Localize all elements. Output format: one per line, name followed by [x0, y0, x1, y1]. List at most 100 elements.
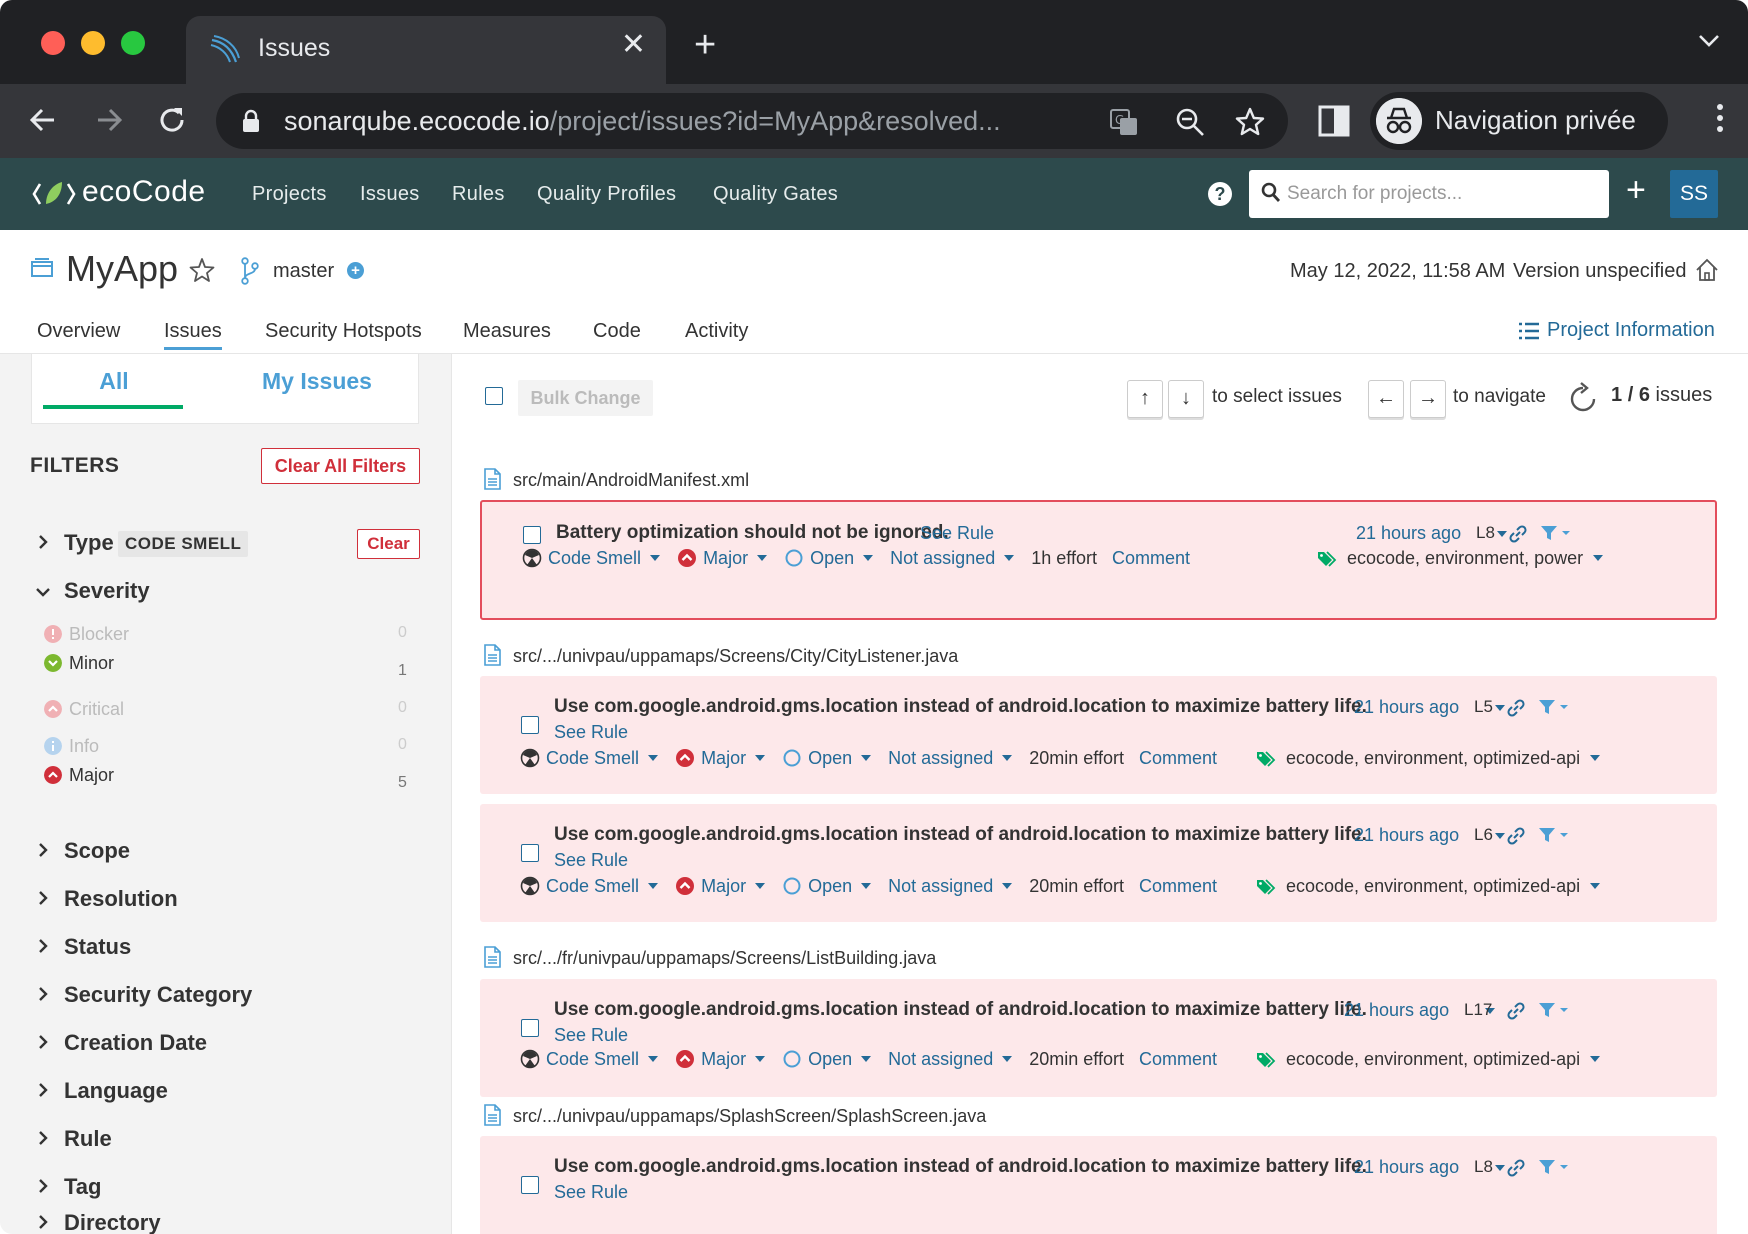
permalink-icon[interactable]: [1506, 826, 1526, 846]
severity-major[interactable]: Major: [44, 765, 114, 786]
permalink-icon[interactable]: [1506, 1158, 1526, 1178]
see-rule-link[interactable]: See Rule: [554, 1182, 628, 1203]
facet-directory[interactable]: Directory: [34, 1210, 161, 1234]
issue-assignee[interactable]: Not assigned: [888, 748, 993, 768]
severity-info[interactable]: Info: [44, 736, 99, 757]
issue-line[interactable]: L6: [1474, 825, 1493, 845]
issue-status[interactable]: Open: [808, 876, 852, 896]
issue-line[interactable]: L8: [1474, 1157, 1493, 1177]
new-tab-icon[interactable]: +: [694, 26, 716, 64]
branch-add-icon[interactable]: +: [347, 262, 364, 279]
issue-tags[interactable]: ecocode, environment, optimized-api: [1256, 1049, 1601, 1070]
issue-message[interactable]: Use com.google.android.gms.location inst…: [554, 999, 1367, 1021]
filter-similar-icon[interactable]: [1540, 524, 1572, 542]
facet-security-category[interactable]: Security Category: [34, 982, 252, 1008]
maximize-window-button[interactable]: [121, 31, 145, 55]
filter-similar-icon[interactable]: [1538, 698, 1570, 716]
issue-checkbox[interactable]: [521, 716, 539, 734]
issue-checkbox[interactable]: [521, 844, 539, 862]
search-input[interactable]: [1287, 180, 1597, 208]
nav-projects[interactable]: Projects: [252, 183, 327, 206]
facet-tag[interactable]: Tag: [34, 1174, 101, 1200]
comment-link[interactable]: Comment: [1139, 748, 1217, 768]
facet-status[interactable]: Status: [34, 934, 131, 960]
bookmark-star-icon[interactable]: [1234, 106, 1266, 138]
issue-card[interactable]: Use com.google.android.gms.location inst…: [480, 804, 1717, 922]
scope-all-button[interactable]: All: [44, 368, 184, 395]
issue-type[interactable]: Code Smell: [546, 876, 639, 896]
issue-severity[interactable]: Major: [703, 548, 748, 568]
issue-card[interactable]: Use com.google.android.gms.location inst…: [480, 979, 1717, 1097]
issue-age[interactable]: 21 hours ago: [1344, 1000, 1449, 1021]
clear-type-filter-button[interactable]: Clear: [357, 529, 420, 559]
scope-my-issues-button[interactable]: My Issues: [242, 368, 392, 395]
tab-code[interactable]: Code: [593, 320, 641, 343]
browser-tab[interactable]: Issues ✕: [186, 16, 666, 84]
logo-text[interactable]: ecoCode: [82, 175, 206, 209]
facet-type[interactable]: Type: [34, 530, 114, 556]
home-icon[interactable]: [1694, 257, 1720, 283]
issue-status[interactable]: Open: [810, 548, 854, 568]
issue-checkbox[interactable]: [521, 1176, 539, 1194]
issue-tags[interactable]: ecocode, environment, optimized-api: [1256, 876, 1601, 897]
bulk-change-button[interactable]: Bulk Change: [518, 380, 653, 416]
address-bar[interactable]: sonarqube.ecocode.io/project/issues?id=M…: [216, 93, 1288, 149]
issue-type[interactable]: Code Smell: [546, 748, 639, 768]
issue-severity[interactable]: Major: [701, 1049, 746, 1069]
permalink-icon[interactable]: [1506, 698, 1526, 718]
issue-line[interactable]: L8: [1476, 523, 1495, 543]
tab-measures[interactable]: Measures: [463, 320, 551, 343]
filter-similar-icon[interactable]: [1538, 826, 1570, 844]
issue-message[interactable]: Battery optimization should not be ignor…: [556, 522, 949, 544]
issue-line[interactable]: L17: [1464, 1000, 1492, 1020]
facet-scope[interactable]: Scope: [34, 838, 130, 864]
file-header[interactable]: src/.../univpau/uppamaps/Screens/City/Ci…: [483, 644, 958, 667]
permalink-icon[interactable]: [1508, 524, 1528, 544]
facet-rule[interactable]: Rule: [34, 1126, 112, 1152]
filter-similar-icon[interactable]: [1538, 1001, 1570, 1019]
file-header[interactable]: src/main/AndroidManifest.xml: [483, 468, 749, 491]
branch-name[interactable]: master: [273, 260, 334, 283]
create-plus-icon[interactable]: +: [1626, 173, 1646, 207]
filter-similar-icon[interactable]: [1538, 1158, 1570, 1176]
minimize-window-button[interactable]: [81, 31, 105, 55]
severity-blocker[interactable]: Blocker: [44, 624, 129, 645]
issue-severity[interactable]: Major: [701, 876, 746, 896]
issue-status[interactable]: Open: [808, 748, 852, 768]
facet-language[interactable]: Language: [34, 1078, 168, 1104]
file-header[interactable]: src/.../univpau/uppamaps/SplashScreen/Sp…: [483, 1104, 986, 1127]
issue-assignee[interactable]: Not assigned: [890, 548, 995, 568]
issue-status[interactable]: Open: [808, 1049, 852, 1069]
nav-issues[interactable]: Issues: [360, 183, 420, 206]
issue-checkbox[interactable]: [523, 526, 541, 544]
project-information-link[interactable]: Project Information: [1547, 319, 1715, 342]
issue-severity[interactable]: Major: [701, 748, 746, 768]
issue-age[interactable]: 21 hours ago: [1354, 697, 1459, 718]
severity-minor[interactable]: Minor: [44, 653, 114, 674]
tab-issues[interactable]: Issues: [164, 320, 222, 350]
comment-link[interactable]: Comment: [1139, 876, 1217, 896]
user-avatar[interactable]: SS: [1670, 170, 1718, 218]
select-all-checkbox[interactable]: [485, 387, 503, 405]
nav-quality-gates[interactable]: Quality Gates: [713, 183, 838, 206]
project-search[interactable]: [1249, 170, 1609, 218]
issue-message[interactable]: Use com.google.android.gms.location inst…: [554, 1156, 1367, 1178]
see-rule-link[interactable]: See Rule: [554, 850, 628, 871]
incognito-indicator[interactable]: Navigation privée: [1370, 92, 1668, 150]
project-name[interactable]: MyApp: [66, 248, 178, 290]
ecocode-logo-icon[interactable]: [32, 174, 76, 214]
issue-type[interactable]: Code Smell: [548, 548, 641, 568]
side-panel-icon[interactable]: [1314, 101, 1354, 141]
see-rule-link[interactable]: See Rule: [554, 722, 628, 743]
issue-tags[interactable]: ecocode, environment, optimized-api: [1256, 748, 1601, 769]
translate-icon[interactable]: G: [1108, 106, 1140, 138]
facet-severity[interactable]: Severity: [34, 578, 150, 604]
comment-link[interactable]: Comment: [1112, 548, 1190, 568]
tab-search-chevron-icon[interactable]: [1698, 34, 1720, 48]
issue-assignee[interactable]: Not assigned: [888, 1049, 993, 1069]
forward-arrow-icon[interactable]: [88, 100, 128, 140]
file-header[interactable]: src/.../fr/univpau/uppamaps/Screens/List…: [483, 946, 936, 969]
tab-activity[interactable]: Activity: [685, 320, 748, 343]
see-rule-link[interactable]: See Rule: [920, 523, 994, 544]
help-icon[interactable]: ?: [1208, 182, 1232, 206]
